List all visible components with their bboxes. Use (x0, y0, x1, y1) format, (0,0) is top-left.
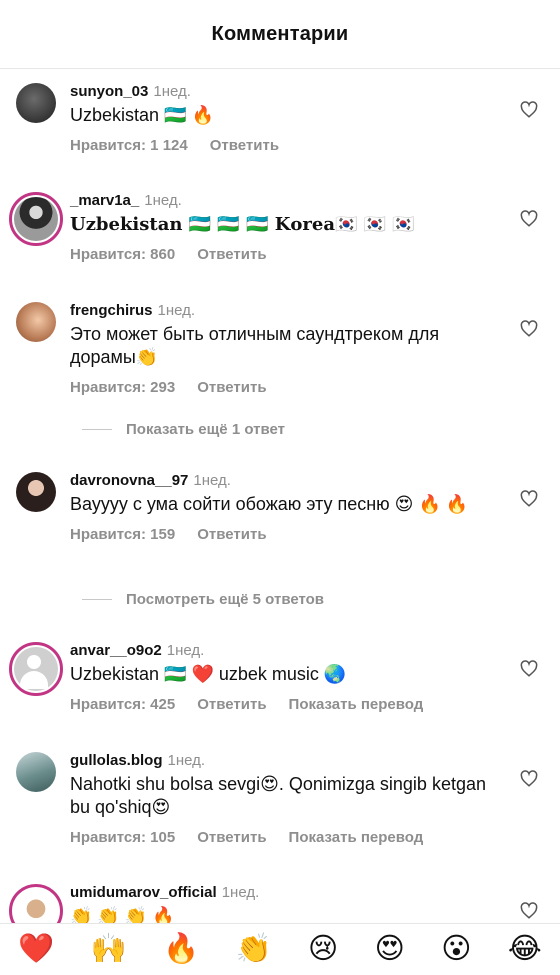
comment-item: gullolas.blog 1нед. Nahotki shu bolsa sev… (0, 738, 560, 870)
heart-icon[interactable] (520, 210, 538, 228)
view-more-replies-label: Посмотреть ещё 5 ответов (126, 590, 325, 608)
view-more-replies-label: Показать ещё 1 ответ (126, 420, 285, 438)
comment-username[interactable]: _marv1a_ (70, 192, 139, 209)
translate-button[interactable]: Показать перевод (289, 696, 424, 713)
comment-text: Это может быть отличным саундтреком для … (70, 324, 440, 367)
heart-icon[interactable] (520, 320, 538, 338)
clapping-hands-emoji-icon[interactable]: 👏 (236, 935, 272, 964)
comments-list[interactable]: sunyon_03 1нед. Uzbekistan 🇺🇿 🔥 Нравится:… (0, 69, 560, 924)
reply-button[interactable]: Ответить (197, 379, 266, 396)
heart-icon[interactable] (520, 660, 538, 678)
avatar[interactable] (9, 192, 63, 246)
page-title: Комментарии (211, 22, 349, 45)
heart-eyes-emoji-icon[interactable]: 😍 (375, 935, 405, 964)
reply-button[interactable]: Ответить (197, 829, 266, 846)
heart-icon[interactable] (520, 490, 538, 508)
comment-username[interactable]: davronovna__97 (70, 472, 188, 489)
avatar[interactable] (16, 83, 56, 123)
raising-hands-emoji-icon[interactable]: 🙌 (91, 935, 127, 964)
avatar[interactable] (9, 884, 63, 924)
comment-time: 1нед. (167, 752, 206, 769)
like-count[interactable]: Нравится: 159 (70, 526, 175, 543)
view-more-replies[interactable]: Показать ещё 1 ответ (0, 418, 560, 440)
translate-button[interactable]: Показать перевод (289, 829, 424, 846)
reply-button[interactable]: Ответить (210, 137, 279, 154)
view-more-replies[interactable]: Посмотреть ещё 5 ответов (0, 588, 560, 610)
comment-text: Nahotki shu bolsa sevgi😍. Qonimizga sing… (70, 774, 486, 817)
comment-time: 1нед. (144, 192, 182, 209)
surprised-face-emoji-icon[interactable]: 😮 (441, 935, 471, 964)
fire-emoji-icon[interactable]: 🔥 (163, 935, 199, 964)
crying-face-emoji-icon[interactable]: 😢 (308, 935, 338, 964)
comment-text: Uzbekistan 🇺🇿 ❤️ uzbek music 🌏 (70, 664, 347, 684)
reply-button[interactable]: Ответить (197, 526, 266, 543)
comment-time: 1нед. (157, 302, 196, 319)
avatar[interactable] (16, 302, 56, 342)
comment-item: _marv1a_ 1нед. 𝐔𝐳𝐛𝐞𝐤𝐢𝐬𝐭𝐚𝐧 🇺🇿 🇺🇿 🇺🇿 𝐊𝐨𝐫𝐞𝐚🇰… (0, 178, 560, 288)
comment-text: Вауууу с ума сойти обожаю эту песню 😍 🔥 … (70, 494, 469, 514)
like-count[interactable]: Нравится: 860 (70, 246, 175, 263)
comment-time: 1нед. (153, 83, 191, 100)
avatar[interactable] (16, 472, 56, 512)
like-count[interactable]: Нравится: 1 124 (70, 137, 188, 154)
red-heart-emoji-icon[interactable]: ❤️ (18, 935, 54, 964)
comment-username[interactable]: gullolas.blog (70, 752, 163, 769)
tears-of-joy-emoji-icon[interactable]: 😂 (508, 935, 542, 964)
comment-username[interactable]: sunyon_03 (70, 83, 148, 100)
heart-icon[interactable] (520, 902, 538, 920)
quick-reactions-bar: ❤️ 🙌 🔥 👏 😢 😍 😮 😂 (0, 923, 560, 975)
heart-icon[interactable] (520, 101, 538, 119)
comment-time: 1нед. (221, 884, 260, 901)
heart-icon[interactable] (520, 770, 538, 788)
comment-username[interactable]: frengchirus (70, 302, 153, 319)
comment-time: 1нед. (166, 642, 205, 659)
comment-text: Uzbekistan 🇺🇿 🔥 (70, 105, 214, 125)
like-count[interactable]: Нравится: 105 (70, 829, 175, 846)
avatar[interactable] (9, 642, 63, 696)
comment-username[interactable]: umidumarov_official (70, 884, 217, 901)
reply-button[interactable]: Ответить (197, 246, 266, 263)
header: Комментарии (0, 0, 560, 69)
reply-button[interactable]: Ответить (197, 696, 266, 713)
comment-text: 𝐔𝐳𝐛𝐞𝐤𝐢𝐬𝐭𝐚𝐧 🇺🇿 🇺🇿 🇺🇿 𝐊𝐨𝐫𝐞𝐚🇰🇷 🇰🇷 🇰🇷 (70, 214, 415, 235)
comment-time: 1нед. (193, 472, 231, 489)
like-count[interactable]: Нравится: 425 (70, 696, 175, 713)
comment-item: umidumarov_official 1нед. 👏 👏 👏 🔥 (0, 870, 560, 924)
avatar[interactable] (16, 752, 56, 792)
comment-item: frengchirus 1нед. Это может быть отличным… (0, 288, 560, 418)
divider (82, 428, 112, 430)
comment-text: 👏 👏 👏 🔥 (70, 906, 175, 924)
like-count[interactable]: Нравится: 293 (70, 379, 175, 396)
comment-username[interactable]: anvar__o9o2 (70, 642, 162, 659)
comment-item: sunyon_03 1нед. Uzbekistan 🇺🇿 🔥 Нравится:… (0, 69, 560, 178)
comment-item: davronovna__97 1нед. Вауууу с ума сойти о… (0, 458, 560, 588)
divider (82, 598, 112, 600)
comment-item: anvar__o9o2 1нед. Uzbekistan 🇺🇿 ❤️ uzbek … (0, 628, 560, 738)
